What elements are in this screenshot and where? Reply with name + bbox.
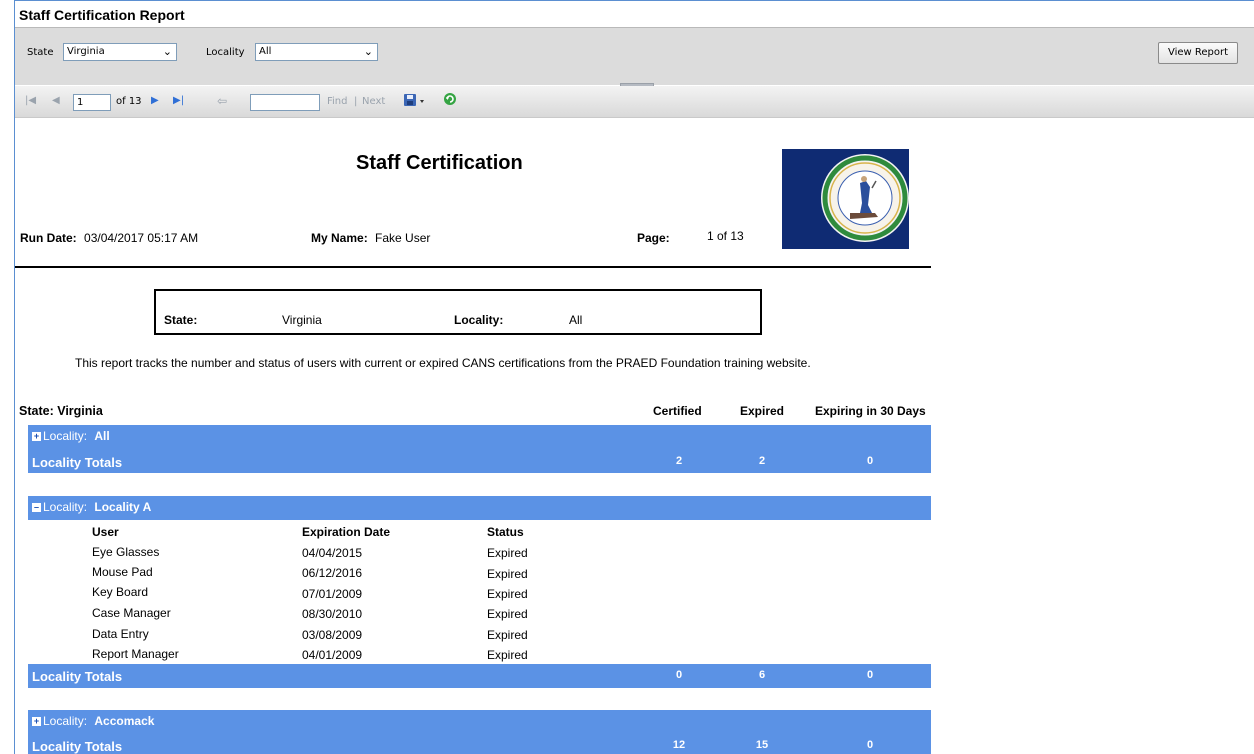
locality-totals-label: Locality Totals: [32, 669, 123, 684]
page-number-input[interactable]: 1: [73, 94, 111, 111]
my-name-value: Fake User: [375, 231, 431, 245]
page-count: of 13: [116, 96, 142, 107]
total-expiring: 0: [866, 739, 874, 751]
status: Expired: [487, 587, 528, 601]
filter-locality-label: Locality:: [454, 313, 504, 327]
expiration-date: 06/12/2016: [302, 566, 363, 580]
next-link[interactable]: Next: [362, 96, 385, 107]
run-date: Run Date: 03/04/2017 05:17 AM: [20, 231, 198, 245]
view-report-button[interactable]: View Report: [1158, 42, 1238, 64]
expiration-date: 07/01/2009: [302, 587, 363, 601]
collapse-icon[interactable]: –: [32, 503, 41, 512]
run-date-value: 03/04/2017 05:17 AM: [84, 231, 199, 245]
locality-group-all: + Locality: All Locality Totals 2 2 0: [28, 425, 931, 473]
parameter-bar: State Virginia ⌄ Locality All ⌄ View Rep…: [15, 27, 1254, 87]
user-name: Eye Glasses: [92, 545, 160, 559]
user-name: Case Manager: [92, 606, 171, 620]
last-page-icon[interactable]: ▶|: [173, 95, 184, 106]
expiration-date: 08/30/2010: [302, 607, 363, 621]
col-certified-header: Certified: [653, 404, 702, 418]
find-separator: |: [354, 96, 358, 107]
back-icon[interactable]: ⇦: [217, 94, 227, 108]
filter-state-value: Virginia: [282, 313, 322, 327]
filter-state-label: State:: [164, 313, 198, 327]
virginia-seal-logo: [782, 149, 909, 249]
report-description: This report tracks the number and status…: [75, 356, 811, 370]
status: Expired: [487, 607, 528, 621]
filter-locality-value: All: [569, 313, 583, 327]
locality-select[interactable]: All ⌄: [255, 43, 378, 61]
page-label: Page:: [637, 231, 670, 245]
locality-group-accomack: + Locality: Accomack Locality Totals 12 1…: [28, 710, 931, 754]
state-select[interactable]: Virginia ⌄: [63, 43, 177, 61]
status: Expired: [487, 648, 528, 662]
locality-name: All: [94, 429, 110, 443]
locality-group-a-header: – Locality: Locality A: [28, 496, 931, 520]
find-link[interactable]: Find: [327, 96, 348, 107]
chevron-down-icon: ⌄: [162, 45, 172, 58]
find-input[interactable]: [250, 94, 320, 111]
status: Expired: [487, 567, 528, 581]
export-save-icon[interactable]: [403, 91, 427, 112]
total-certified: 12: [672, 739, 686, 751]
status: Expired: [487, 628, 528, 642]
total-expiring: 0: [866, 455, 874, 467]
locality-header[interactable]: + Locality: All: [32, 429, 110, 443]
previous-page-icon[interactable]: ◀: [52, 95, 60, 106]
locality-totals-label: Locality Totals: [32, 739, 123, 754]
user-name: Report Manager: [92, 647, 179, 661]
state-select-value: Virginia: [67, 46, 105, 57]
page-value: 1 of 13: [707, 229, 744, 243]
window-title: Staff Certification Report: [19, 7, 185, 23]
col-user-header: User: [92, 525, 119, 539]
locality-header[interactable]: + Locality: Accomack: [32, 714, 154, 728]
total-certified: 2: [675, 455, 683, 467]
run-date-label: Run Date:: [20, 231, 77, 245]
total-expired: 2: [758, 455, 766, 467]
expand-icon[interactable]: +: [32, 432, 41, 441]
next-page-icon[interactable]: ▶: [151, 95, 159, 106]
col-expiration-header: Expiration Date: [302, 525, 391, 539]
state-param-label: State: [27, 47, 54, 58]
expand-icon[interactable]: +: [32, 717, 41, 726]
total-certified: 0: [675, 669, 683, 681]
report-title: Staff Certification: [356, 152, 523, 174]
locality-param-label: Locality: [206, 47, 245, 58]
user-name: Key Board: [92, 585, 149, 599]
first-page-icon[interactable]: |◀: [25, 95, 36, 106]
col-status-header: Status: [487, 525, 524, 539]
status: Expired: [487, 546, 528, 560]
my-name-label: My Name:: [311, 231, 368, 245]
report-toolbar: |◀ ◀ 1 of 13 ▶ ▶| ⇦ Find | Next: [15, 86, 1254, 118]
state-heading: State: Virginia: [19, 404, 103, 418]
user-name: Data Entry: [92, 627, 149, 641]
refresh-icon[interactable]: [443, 92, 457, 109]
total-expired: 6: [758, 669, 766, 681]
expiration-date: 03/08/2009: [302, 628, 363, 642]
expiration-date: 04/04/2015: [302, 546, 363, 560]
locality-name: Locality A: [94, 500, 152, 514]
col-expired-header: Expired: [740, 404, 785, 418]
chevron-down-icon: ⌄: [363, 45, 373, 58]
locality-select-value: All: [259, 46, 272, 57]
locality-name: Accomack: [94, 714, 155, 728]
col-expiring-header: Expiring in 30 Days: [815, 404, 926, 418]
locality-header[interactable]: – Locality: Locality A: [32, 500, 151, 514]
header-divider: [15, 266, 931, 268]
total-expired: 15: [755, 739, 769, 751]
seal-emblem: [821, 154, 909, 242]
expiration-date: 04/01/2009: [302, 648, 363, 662]
filter-summary-box: [154, 289, 762, 335]
locality-group-a-totals: Locality Totals 0 6 0: [28, 664, 931, 688]
my-name: My Name: Fake User: [311, 231, 430, 245]
locality-totals-label: Locality Totals: [32, 455, 123, 470]
user-name: Mouse Pad: [92, 565, 153, 579]
total-expiring: 0: [866, 669, 874, 681]
